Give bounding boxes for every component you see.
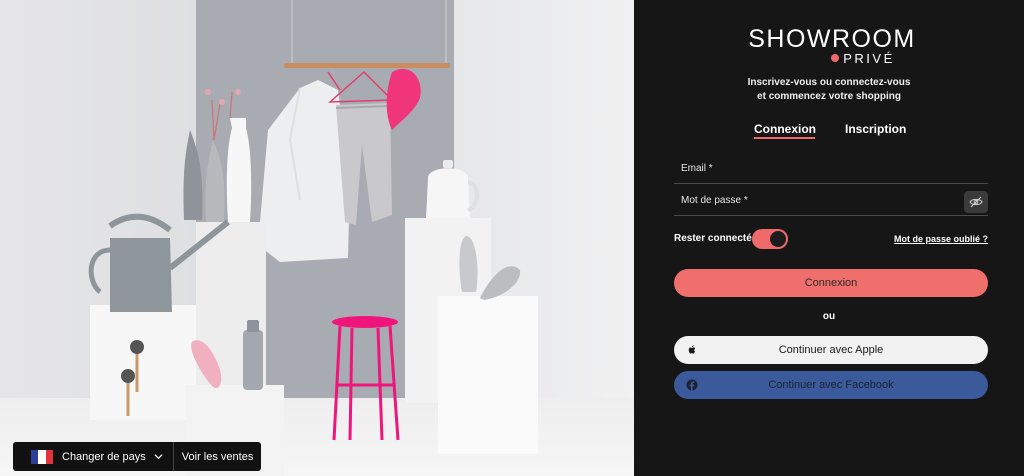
france-flag-icon	[31, 449, 53, 464]
email-input[interactable]	[674, 158, 988, 183]
facebook-login-label: Continuer avec Facebook	[768, 379, 894, 391]
auth-tabs: Connexion Inscription	[634, 122, 1024, 144]
facebook-icon	[686, 379, 698, 391]
eye-slash-icon	[969, 196, 983, 208]
hero-photo	[0, 0, 634, 476]
login-button[interactable]: Connexion	[674, 269, 988, 297]
login-panel: SHOWROOM PRIVÉ Inscrivez-vous ou connect…	[634, 0, 1024, 476]
password-input[interactable]	[674, 190, 988, 215]
brand-dot-icon	[831, 54, 840, 62]
facebook-login-button[interactable]: Continuer avec Facebook	[674, 371, 988, 399]
country-bar: Changer de pays Voir les ventes	[13, 442, 262, 471]
tab-inscription[interactable]: Inscription	[845, 122, 906, 136]
password-field[interactable]: Mot de passe *	[674, 190, 988, 216]
apple-login-button[interactable]: Continuer avec Apple	[674, 336, 988, 364]
apple-icon	[688, 345, 696, 354]
login-page: Changer de pays Voir les ventes SHOWROOM…	[0, 0, 1024, 476]
active-tab-indicator	[754, 137, 815, 139]
brand-logo: SHOWROOM PRIVÉ	[634, 26, 1024, 66]
tab-connexion[interactable]: Connexion	[754, 122, 816, 136]
apple-login-label: Continuer avec Apple	[778, 344, 884, 356]
intro-text: Inscrivez-vous ou connectez-vous et comm…	[634, 76, 1024, 104]
change-country-label: Changer de pays	[62, 450, 146, 463]
view-sales-link[interactable]: Voir les ventes	[174, 451, 262, 463]
forgot-password-link[interactable]: Mot de passe oublié ?	[894, 234, 988, 244]
or-separator: ou	[822, 311, 836, 322]
toggle-knob	[770, 231, 786, 247]
email-field[interactable]: Email *	[674, 158, 988, 184]
toggle-password-visibility-button[interactable]	[964, 191, 988, 213]
remember-me-label: Rester connecté.e	[674, 233, 761, 244]
intro-line-1: Inscrivez-vous ou connectez-vous	[747, 77, 911, 88]
chevron-down-icon	[154, 454, 163, 460]
change-country-button[interactable]: Changer de pays	[13, 442, 174, 471]
brand-sub: PRIVÉ	[634, 52, 1024, 66]
remember-me-toggle[interactable]	[752, 229, 788, 249]
intro-line-2: et commencez votre shopping	[757, 91, 901, 102]
brand-name: SHOWROOM	[748, 25, 916, 53]
